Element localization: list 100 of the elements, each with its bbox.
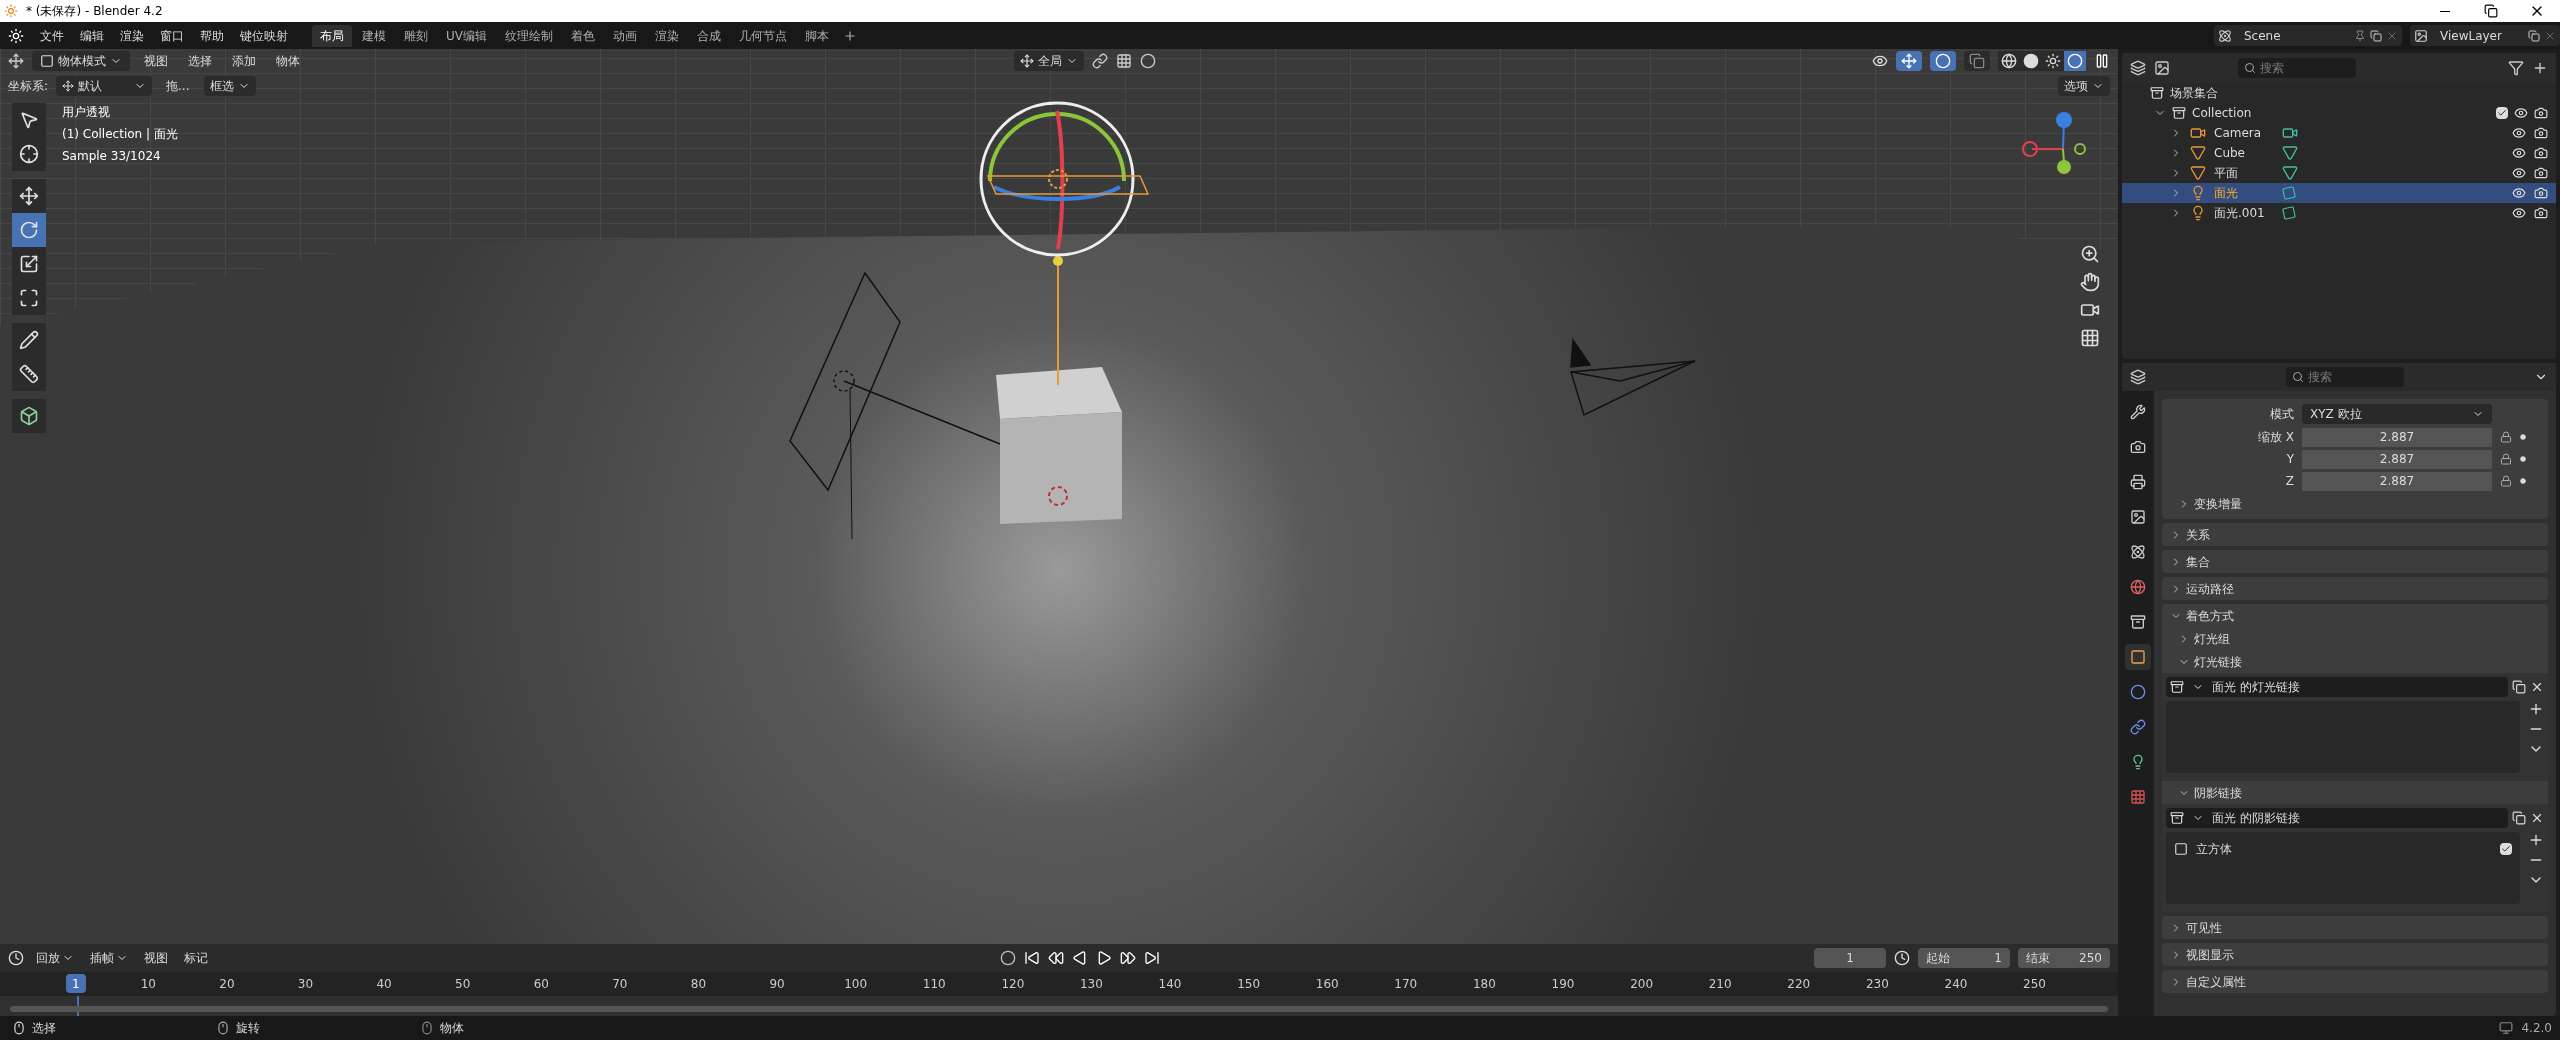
visibility-icon[interactable] bbox=[1872, 53, 1888, 69]
workspace-tab[interactable]: 建模 bbox=[354, 24, 394, 47]
mode-dropdown[interactable]: 物体模式 bbox=[32, 51, 130, 71]
panel-header[interactable]: 可见性 bbox=[2186, 918, 2222, 937]
copy-icon[interactable] bbox=[2528, 29, 2540, 42]
workspace-tab[interactable]: 脚本 bbox=[797, 24, 837, 47]
lock-icon[interactable] bbox=[2500, 475, 2512, 487]
include-checkbox[interactable] bbox=[2496, 107, 2508, 119]
viewport-menu-item[interactable]: 视图 bbox=[138, 52, 174, 70]
tool-button[interactable] bbox=[12, 179, 46, 213]
display-mode-icon[interactable] bbox=[2130, 60, 2146, 76]
menu-item[interactable]: 编辑 bbox=[72, 24, 112, 47]
workspace-tab[interactable]: 动画 bbox=[605, 24, 645, 47]
timeline-menu-item[interactable]: 回放 bbox=[32, 949, 78, 967]
eye-icon[interactable] bbox=[2512, 166, 2526, 180]
editor-type-icon[interactable] bbox=[8, 53, 24, 69]
unlink-icon[interactable] bbox=[2530, 811, 2544, 825]
outliner-row[interactable]: 平面 bbox=[2122, 163, 2556, 183]
properties-search-field[interactable]: 搜索 bbox=[2286, 367, 2404, 387]
outliner-row[interactable]: Cube bbox=[2122, 143, 2556, 163]
panel-header[interactable]: 着色方式 bbox=[2186, 606, 2234, 625]
workspace-tab[interactable]: 几何节点 bbox=[731, 24, 795, 47]
render-icon[interactable] bbox=[2534, 206, 2548, 220]
record-icon[interactable] bbox=[1000, 950, 1016, 966]
options-dropdown[interactable]: 选项 bbox=[2058, 76, 2110, 96]
shading-mode-button[interactable] bbox=[2042, 51, 2064, 71]
tool-button[interactable] bbox=[12, 247, 46, 281]
tool-button[interactable] bbox=[12, 357, 46, 391]
sidebar-toggle-icon[interactable] bbox=[2094, 53, 2110, 69]
add-icon[interactable] bbox=[2528, 701, 2544, 717]
outliner-search-field[interactable]: 搜索 bbox=[2238, 58, 2356, 78]
subpanel-header[interactable]: 灯光组 bbox=[2194, 629, 2230, 648]
rotation-mode-dropdown[interactable]: XYZ 欧拉 bbox=[2302, 404, 2492, 424]
zoom-icon[interactable] bbox=[2080, 244, 2100, 264]
workspace-tab[interactable]: 雕刻 bbox=[396, 24, 436, 47]
pivot-icon[interactable] bbox=[1092, 53, 1108, 69]
pin-icon[interactable] bbox=[2354, 29, 2366, 42]
render-icon[interactable] bbox=[2534, 126, 2548, 140]
tool-button[interactable] bbox=[12, 323, 46, 357]
outliner-item[interactable]: Collection bbox=[2192, 104, 2252, 122]
add-icon[interactable] bbox=[2528, 832, 2544, 848]
tool-button[interactable] bbox=[12, 281, 46, 315]
jump-start-icon[interactable] bbox=[1024, 950, 1040, 966]
render-icon[interactable] bbox=[2534, 186, 2548, 200]
add-workspace-icon[interactable] bbox=[843, 28, 857, 43]
snap-icon[interactable] bbox=[1116, 53, 1132, 69]
play-icon[interactable] bbox=[1096, 950, 1112, 966]
hand-icon[interactable] bbox=[2080, 272, 2100, 292]
viewport-menu-item[interactable]: 物体 bbox=[270, 52, 306, 70]
view-layer-field[interactable]: ViewLayer bbox=[2410, 25, 2560, 46]
editor-type-icon[interactable] bbox=[2130, 369, 2146, 385]
timeline-menu-item[interactable]: 标记 bbox=[180, 949, 212, 967]
select-mode-dropdown[interactable]: 框选 bbox=[203, 76, 256, 96]
lock-icon[interactable] bbox=[2500, 453, 2512, 465]
shading-mode-button[interactable] bbox=[1998, 51, 2020, 71]
stopwatch-icon[interactable] bbox=[1894, 950, 1910, 966]
menu-item[interactable]: 键位映射 bbox=[232, 24, 296, 47]
copy-icon[interactable] bbox=[2370, 29, 2382, 42]
viewport-toggle[interactable] bbox=[1930, 51, 1956, 71]
panel-header[interactable]: 集合 bbox=[2186, 552, 2210, 571]
eye-icon[interactable] bbox=[2512, 206, 2526, 220]
workspace-tab[interactable]: 纹理绘制 bbox=[497, 24, 561, 47]
playhead-frame[interactable]: 1 bbox=[66, 974, 86, 993]
scale-field[interactable]: 2.887 bbox=[2302, 427, 2492, 447]
workspace-tab[interactable]: 渲染 bbox=[647, 24, 687, 47]
play-reverse-icon[interactable] bbox=[1072, 950, 1088, 966]
current-frame-field[interactable]: 1 bbox=[1814, 948, 1886, 968]
scale-field[interactable]: 2.887 bbox=[2302, 471, 2492, 491]
workspace-tab[interactable]: 合成 bbox=[689, 24, 729, 47]
list-item[interactable]: 立方体 bbox=[2196, 840, 2232, 858]
timeline-menu-item[interactable]: 视图 bbox=[140, 949, 172, 967]
render-icon[interactable] bbox=[2534, 106, 2548, 120]
item-checkbox[interactable] bbox=[2500, 843, 2512, 855]
panel-header[interactable]: 自定义属性 bbox=[2186, 972, 2246, 991]
workspace-tab[interactable]: 着色 bbox=[563, 24, 603, 47]
workspace-tab[interactable]: UV编辑 bbox=[438, 24, 495, 47]
render-icon[interactable] bbox=[2534, 166, 2548, 180]
outliner-row[interactable]: 面光 bbox=[2122, 183, 2556, 203]
viewport-menu-item[interactable]: 添加 bbox=[226, 52, 262, 70]
orientation-dropdown[interactable]: 全局 bbox=[1014, 51, 1084, 71]
filter-icon[interactable] bbox=[2508, 60, 2524, 76]
jump-end-icon[interactable] bbox=[1144, 950, 1160, 966]
lock-icon[interactable] bbox=[2500, 431, 2512, 443]
new-collection-icon[interactable] bbox=[2532, 60, 2548, 76]
menu-item[interactable]: 文件 bbox=[32, 24, 72, 47]
tool-button[interactable] bbox=[12, 399, 46, 433]
drag-dropdown[interactable]: 拖... bbox=[160, 77, 196, 95]
editor-type-icon[interactable] bbox=[8, 950, 24, 966]
coordinate-dropdown[interactable]: 默认 bbox=[56, 76, 153, 96]
tool-button[interactable] bbox=[12, 103, 46, 137]
timeline-menu-item[interactable]: 插帧 bbox=[86, 949, 132, 967]
eye-icon[interactable] bbox=[2512, 186, 2526, 200]
menu-item[interactable]: 帮助 bbox=[192, 24, 232, 47]
tool-button[interactable] bbox=[12, 137, 46, 171]
panel-header[interactable]: 运动路径 bbox=[2186, 579, 2234, 598]
keyframe-dot-icon[interactable] bbox=[2520, 478, 2526, 484]
subpanel-header[interactable]: 变换增量 bbox=[2194, 495, 2242, 513]
shading-mode-button[interactable] bbox=[2064, 51, 2086, 71]
duplicate-icon[interactable] bbox=[2512, 680, 2526, 694]
keyframe-dot-icon[interactable] bbox=[2520, 456, 2526, 462]
